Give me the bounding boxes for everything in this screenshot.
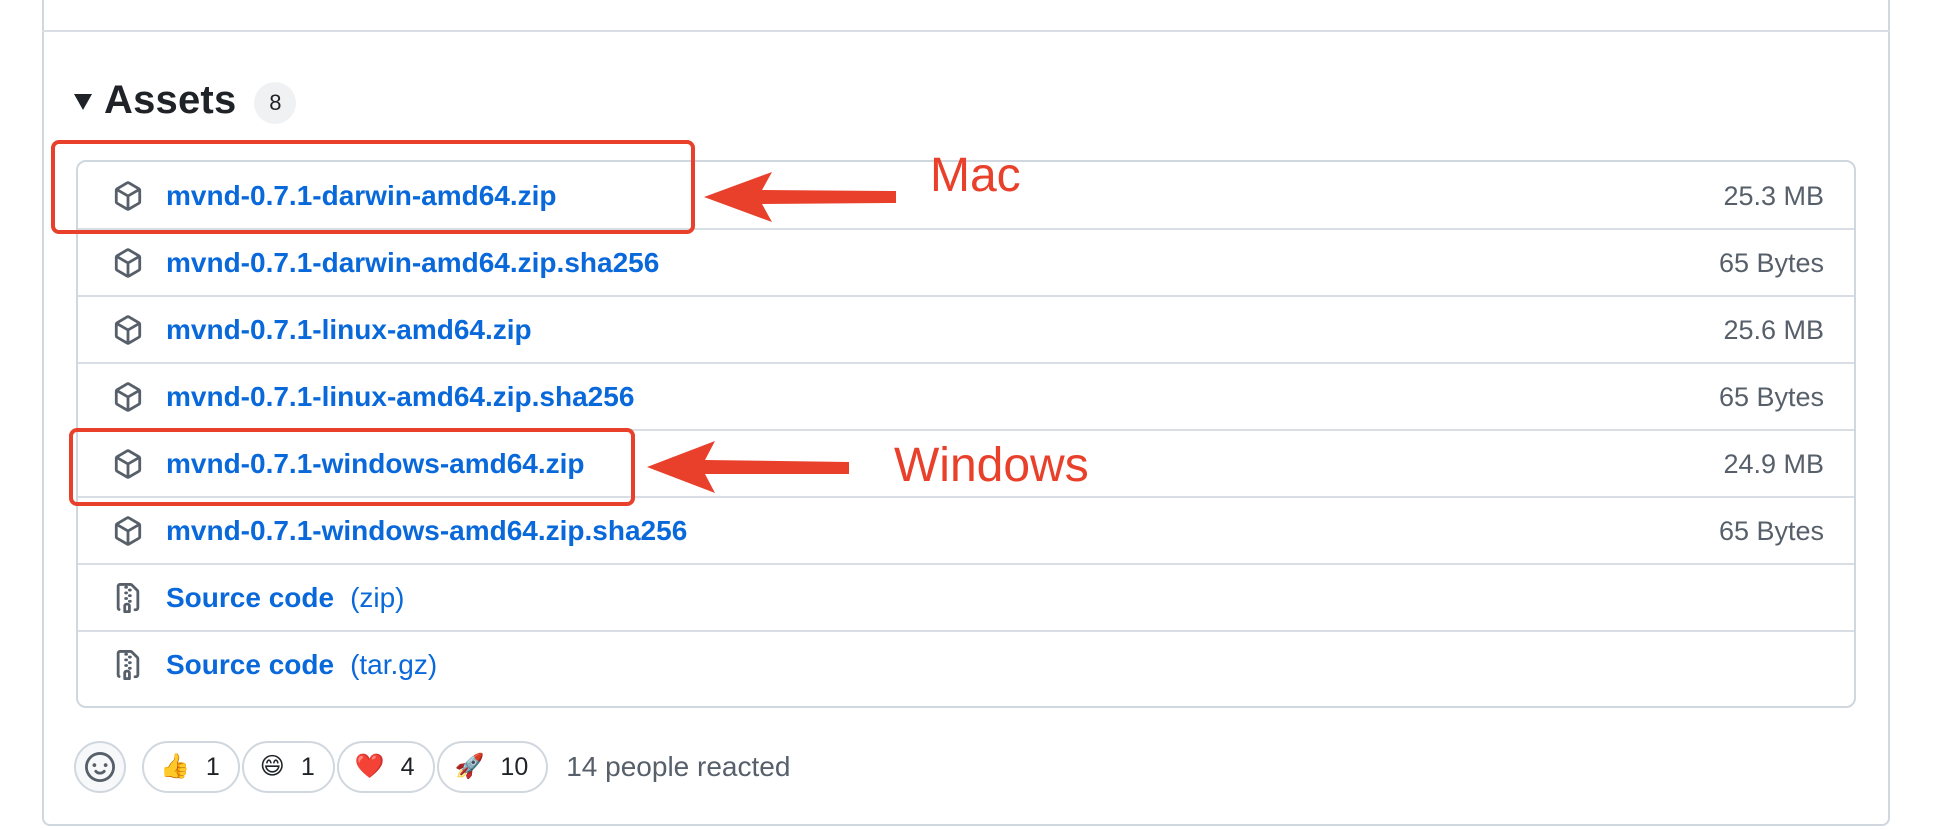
asset-row: mvnd-0.7.1-linux-amd64.zip.sha256 65 Byt…: [78, 362, 1854, 430]
asset-size: 65 Bytes: [1718, 381, 1824, 412]
file-zip-icon: [112, 582, 144, 614]
asset-size: 25.6 MB: [1723, 314, 1824, 345]
file-zip-icon: [112, 649, 144, 681]
reaction-rocket[interactable]: 🚀 10: [436, 741, 549, 793]
asset-row: mvnd-0.7.1-darwin-amd64.zip.sha256 65 By…: [78, 228, 1854, 296]
reaction-count: 1: [300, 752, 315, 781]
thumbs-up-icon: 👍: [160, 753, 190, 780]
rocket-icon: 🚀: [454, 753, 485, 780]
reactions-bar: 👍 1 😄 1 ❤️ 4 🚀 10 14 people reacted: [74, 740, 790, 794]
source-code-format: (zip): [350, 582, 405, 613]
package-icon: [112, 180, 144, 212]
asset-row: mvnd-0.7.1-linux-amd64.zip 25.6 MB: [78, 295, 1854, 363]
reaction-thumbs-up[interactable]: 👍 1: [142, 741, 240, 793]
assets-toggle[interactable]: Assets 8: [74, 70, 297, 130]
asset-row: mvnd-0.7.1-windows-amd64.zip.sha256 65 B…: [78, 496, 1854, 564]
assets-list: mvnd-0.7.1-darwin-amd64.zip 25.3 MB mvnd…: [76, 160, 1856, 708]
package-icon: [112, 515, 144, 547]
source-code-tar-link[interactable]: Source code: [166, 649, 334, 681]
heart-icon: ❤️: [354, 753, 385, 780]
package-icon: [112, 448, 144, 480]
package-icon: [112, 314, 144, 346]
asset-row: Source code (zip): [78, 563, 1854, 631]
reaction-count: 10: [500, 752, 529, 781]
add-reaction-button[interactable]: [74, 741, 126, 793]
assets-title: Assets: [104, 77, 237, 122]
package-icon: [112, 247, 144, 279]
reaction-count: 4: [400, 752, 415, 781]
asset-download-link[interactable]: mvnd-0.7.1-linux-amd64.zip: [166, 314, 532, 346]
section-divider: [42, 30, 1890, 32]
asset-download-link[interactable]: mvnd-0.7.1-windows-amd64.zip: [166, 448, 585, 480]
asset-size: 65 Bytes: [1718, 515, 1824, 546]
source-code-format: (tar.gz): [350, 649, 438, 680]
asset-download-link[interactable]: mvnd-0.7.1-linux-amd64.zip.sha256: [166, 381, 634, 413]
assets-count-badge: 8: [254, 82, 297, 124]
caret-down-icon: [74, 94, 92, 110]
asset-size: 65 Bytes: [1718, 247, 1824, 278]
source-code-zip-link[interactable]: Source code: [166, 582, 334, 614]
reaction-laugh[interactable]: 😄 1: [241, 741, 335, 793]
reaction-count: 1: [205, 752, 220, 781]
asset-download-link[interactable]: mvnd-0.7.1-darwin-amd64.zip: [166, 180, 557, 212]
reactions-summary: 14 people reacted: [566, 751, 791, 782]
smiley-icon: [85, 752, 115, 782]
asset-size: 25.3 MB: [1723, 180, 1824, 211]
asset-download-link[interactable]: mvnd-0.7.1-windows-amd64.zip.sha256: [166, 515, 687, 547]
mac-annotation-label: Mac: [930, 149, 1021, 202]
asset-download-link[interactable]: mvnd-0.7.1-darwin-amd64.zip.sha256: [166, 247, 659, 279]
laugh-icon: 😄: [259, 753, 285, 780]
reaction-heart[interactable]: ❤️ 4: [336, 741, 435, 793]
package-icon: [112, 381, 144, 413]
windows-annotation-label: Windows: [894, 439, 1089, 492]
asset-row: Source code (tar.gz): [78, 630, 1854, 698]
asset-size: 24.9 MB: [1723, 448, 1824, 479]
